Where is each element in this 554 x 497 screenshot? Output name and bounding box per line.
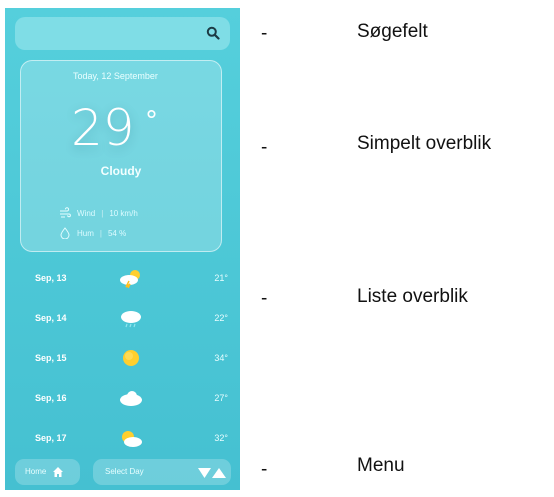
annotation-list: Liste overblik: [357, 286, 468, 307]
current-temperature: 29: [71, 99, 135, 157]
search-field[interactable]: [15, 17, 230, 50]
wind-icon: [60, 207, 71, 218]
forecast-temp: 21°: [214, 273, 228, 283]
forecast-temp: 32°: [214, 433, 228, 443]
forecast-temp: 27°: [214, 393, 228, 403]
forecast-row[interactable]: Sep, 16 27°: [5, 388, 240, 408]
wind-value: 10 km/h: [109, 208, 138, 218]
forecast-temp: 22°: [214, 313, 228, 323]
wind-label: Wind: [77, 208, 96, 218]
current-date: Today, 12 September: [73, 71, 158, 81]
humidity-separator: |: [99, 228, 102, 238]
wind-separator: |: [101, 208, 104, 218]
wind-row: Wind | 10 km/h: [59, 207, 138, 219]
sun-icon: [123, 350, 139, 366]
humidity-value: 54 %: [107, 228, 127, 238]
home-button[interactable]: Home: [15, 459, 80, 485]
annotation-dash: -: [261, 288, 268, 309]
annotation-dash: -: [261, 23, 268, 44]
forecast-row[interactable]: Sep, 13 21°: [5, 268, 240, 288]
degree-symbol: °: [145, 106, 158, 136]
current-condition: Cloudy: [100, 164, 142, 178]
forecast-date: Sep, 17: [35, 433, 67, 443]
forecast-temp: 34°: [214, 353, 228, 363]
select-day-dropdown[interactable]: Select Day: [93, 459, 231, 485]
forecast-date: Sep, 14: [35, 313, 67, 323]
current-weather-card: Today, 12 September 29 ° Cloudy Wind | 1…: [20, 60, 222, 252]
annotation-overview: Simpelt overblik: [357, 133, 492, 154]
thunderstorm-icon: [120, 270, 140, 288]
arrow-toggle-icon[interactable]: [197, 467, 227, 479]
forecast-date: Sep, 15: [35, 353, 67, 363]
forecast-row[interactable]: Sep, 14 22°: [5, 308, 240, 328]
partly-cloudy-icon: [122, 431, 142, 447]
annotation-search: Søgefelt: [357, 21, 428, 42]
search-icon[interactable]: [206, 26, 220, 40]
humidity-row: Hum | 54 %: [59, 227, 126, 239]
humidity-label: Hum: [77, 228, 94, 238]
home-label: Home: [25, 467, 47, 476]
annotation-dash: -: [261, 137, 268, 158]
rain-cloud-icon: [121, 311, 141, 328]
forecast-row[interactable]: Sep, 15 34°: [5, 348, 240, 368]
droplet-icon: [60, 227, 70, 239]
home-icon: [53, 467, 63, 477]
weather-app-screen: Today, 12 September 29 ° Cloudy Wind | 1…: [5, 8, 240, 490]
cloud-icon: [120, 391, 142, 406]
select-day-label: Select Day: [105, 467, 144, 476]
forecast-date: Sep, 16: [35, 393, 67, 403]
forecast-row[interactable]: Sep, 17 32°: [5, 428, 240, 448]
annotation-dash: -: [261, 459, 268, 480]
annotation-menu: Menu: [357, 455, 405, 476]
forecast-date: Sep, 13: [35, 273, 67, 283]
